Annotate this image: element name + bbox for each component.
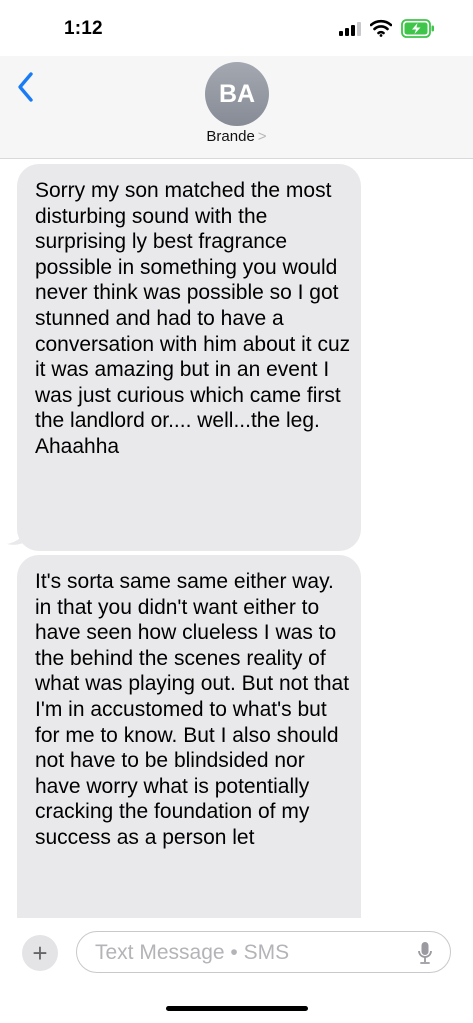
contact-name-button[interactable]: Brande > [0, 128, 473, 145]
mic-icon[interactable] [417, 941, 433, 965]
message-thread[interactable]: Sorry my son matched the most disturbing… [0, 158, 473, 918]
message-input[interactable] [93, 932, 407, 973]
wifi-icon [370, 19, 392, 37]
status-time: 1:12 [64, 18, 103, 39]
message-text: Sorry my son matched the most disturbing… [35, 179, 351, 458]
message-composer: + [0, 918, 473, 1023]
contact-name: Brande [206, 128, 255, 145]
plus-icon[interactable]: + [22, 935, 58, 971]
back-chevron-icon[interactable] [14, 70, 38, 104]
signal-icon [339, 22, 361, 36]
battery-charging-icon [401, 19, 434, 38]
chevron-right-icon: > [257, 128, 267, 145]
contact-avatar[interactable]: BA [205, 62, 269, 126]
status-bar: 1:12 [0, 0, 473, 56]
bubble-tail [7, 526, 29, 545]
incoming-message-bubble[interactable]: It's sorta same same either way. in that… [17, 555, 361, 918]
message-input-field[interactable] [76, 931, 451, 973]
message-text: It's sorta same same either way. in that… [35, 570, 350, 849]
conversation-header: BA Brande > [0, 56, 473, 159]
home-indicator[interactable] [166, 1006, 308, 1011]
incoming-message-bubble[interactable]: Sorry my son matched the most disturbing… [17, 164, 361, 551]
